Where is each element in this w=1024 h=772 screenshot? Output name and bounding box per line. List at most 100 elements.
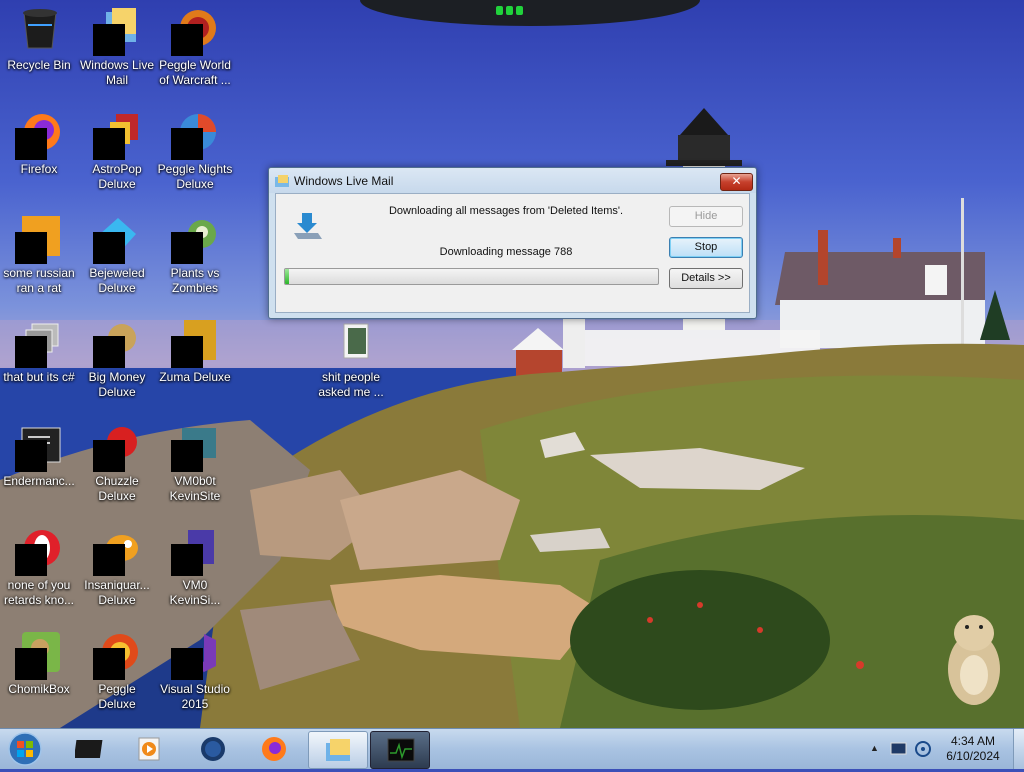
taskbar-clock[interactable]: 4:34 AM 6/10/2024 bbox=[938, 734, 1008, 764]
peggle-wow-icon bbox=[171, 6, 218, 56]
redaction-block bbox=[93, 440, 125, 472]
desktop-icon-chomikbox[interactable]: ChomikBox bbox=[0, 626, 78, 718]
desktop-icon-firefox[interactable]: Firefox bbox=[0, 106, 78, 198]
desktop-icon-label: Endermanc... bbox=[3, 474, 75, 488]
redaction-block bbox=[15, 232, 47, 264]
gadget-indicator-lights bbox=[496, 6, 526, 16]
redaction-block bbox=[15, 440, 47, 472]
peggle-deluxe-icon bbox=[93, 630, 140, 680]
desktop-icon-label: Recycle Bin bbox=[7, 58, 71, 72]
desktop-icon-label: Firefox bbox=[20, 162, 58, 176]
desktop-icon-bejeweled[interactable]: Bejeweled Deluxe bbox=[78, 210, 156, 302]
desktop-icon-label: ChomikBox bbox=[8, 682, 70, 696]
vm-app-icon bbox=[171, 422, 218, 472]
console-app-icon bbox=[15, 422, 62, 472]
windows-live-mail-icon bbox=[93, 6, 140, 56]
desktop-icon-label: Zuma Deluxe bbox=[159, 370, 231, 384]
desktop-icon-label: Peggle World of Warcraft ... bbox=[159, 58, 231, 87]
media-player-icon bbox=[138, 737, 160, 761]
taskbar-app-windows-live-mail[interactable] bbox=[308, 731, 368, 769]
desktop-icon-visual-studio[interactable]: Visual Studio 2015 bbox=[156, 626, 234, 718]
globe-icon bbox=[201, 737, 225, 761]
desktop-icon-vm0b0t[interactable]: VM0b0t KevinSite bbox=[156, 418, 234, 510]
desktop-icon-endermanc[interactable]: Endermanc... bbox=[0, 418, 78, 510]
desktop-icon-peggle-wow[interactable]: Peggle World of Warcraft ... bbox=[156, 2, 234, 94]
desktop-icon-label: shit people asked me ... bbox=[318, 370, 384, 399]
desktop-icon-insaniquarium[interactable]: Insaniquar... Deluxe bbox=[78, 522, 156, 614]
desktop-icon-recycle-bin[interactable]: Recycle Bin bbox=[0, 2, 78, 94]
taskbar-app-globe[interactable] bbox=[184, 731, 242, 767]
desktop-icon-label: Peggle Nights Deluxe bbox=[157, 162, 233, 191]
recycle-bin-icon bbox=[18, 6, 62, 50]
desktop-icon-astropop[interactable]: AstroPop Deluxe bbox=[78, 106, 156, 198]
stop-button[interactable]: Stop bbox=[669, 237, 743, 258]
desktop-icon-plants-vs-zombies[interactable]: Plants vs Zombies bbox=[156, 210, 234, 302]
desktop-icon-label: Plants vs Zombies bbox=[170, 266, 220, 295]
desktop-icon-chuzzle[interactable]: Chuzzle Deluxe bbox=[78, 418, 156, 510]
peggle-nights-icon bbox=[171, 110, 218, 160]
desktop-icon-label: VM0 KevinSi... bbox=[169, 578, 221, 607]
redaction-block bbox=[171, 648, 203, 680]
redaction-block bbox=[171, 128, 203, 160]
speaker-icon[interactable] bbox=[914, 740, 932, 758]
network-icon[interactable] bbox=[890, 741, 908, 757]
taskbar: ▲ 4:34 AM 6/10/2024 bbox=[0, 728, 1024, 769]
desktop-icon-shit-people-asked[interactable]: shit people asked me ... bbox=[312, 314, 390, 406]
desktop-icon-that-but-its-c[interactable]: that but its c# bbox=[0, 314, 78, 406]
windows-live-mail-dialog: Windows Live Mail ✕ Downloading all mess… bbox=[268, 167, 757, 319]
taskbar-app-terminal[interactable] bbox=[60, 731, 118, 767]
dialog-title: Windows Live Mail bbox=[294, 174, 394, 188]
desktop-icon-label: Windows Live Mail bbox=[79, 58, 155, 87]
astropop-icon bbox=[93, 110, 140, 160]
redaction-block bbox=[93, 232, 125, 264]
redaction-block bbox=[171, 336, 203, 368]
desktop-icon-label: Peggle Deluxe bbox=[98, 682, 136, 711]
stacked-windows-icon bbox=[15, 318, 62, 368]
clock-date: 6/10/2024 bbox=[946, 749, 1000, 763]
big-money-icon bbox=[93, 318, 140, 368]
bejeweled-icon bbox=[93, 214, 140, 264]
desktop-icon-vm0-kevinsite[interactable]: VM0 KevinSi... bbox=[156, 522, 234, 614]
activity-monitor-icon bbox=[387, 738, 415, 762]
desktop-icon-peggle-nights[interactable]: Peggle Nights Deluxe bbox=[156, 106, 234, 198]
desktop-icon-label: that but its c# bbox=[3, 370, 75, 384]
desktop-icon-label: Bejeweled Deluxe bbox=[89, 266, 145, 295]
download-message: Downloading all messages from 'Deleted I… bbox=[388, 205, 624, 217]
vm-app-icon bbox=[171, 526, 218, 576]
desktop-icon-none-of-you[interactable]: none of you retards kno... bbox=[0, 522, 78, 614]
firefox-icon bbox=[262, 737, 286, 761]
download-status: Downloading message 788 bbox=[439, 246, 573, 258]
hamster-desktop-pet[interactable] bbox=[940, 605, 1006, 709]
redaction-block bbox=[171, 544, 203, 576]
taskbar-app-monitor[interactable] bbox=[370, 731, 430, 769]
desktop-icon-windows-live-mail[interactable]: Windows Live Mail bbox=[78, 2, 156, 94]
chomikbox-icon bbox=[15, 630, 62, 680]
redaction-block bbox=[15, 544, 47, 576]
zuma-icon bbox=[171, 318, 218, 368]
redaction-block bbox=[171, 24, 203, 56]
show-desktop-button[interactable] bbox=[1013, 729, 1024, 769]
desktop-icon-zuma[interactable]: Zuma Deluxe bbox=[156, 314, 234, 406]
start-button[interactable] bbox=[6, 731, 44, 767]
dialog-titlebar[interactable]: Windows Live Mail ✕ bbox=[269, 168, 756, 193]
desktop-icon-big-money[interactable]: Big Money Deluxe bbox=[78, 314, 156, 406]
desktop-icon-label: Visual Studio 2015 bbox=[160, 682, 230, 711]
taskbar-app-media-player[interactable] bbox=[120, 731, 178, 767]
show-hidden-icons-button[interactable]: ▲ bbox=[870, 743, 879, 753]
download-progress-bar bbox=[284, 268, 659, 285]
hamster-icon bbox=[948, 615, 1000, 705]
desktop-icon-russian-rat[interactable]: e some russian ran a rat bbox=[0, 210, 78, 302]
hide-button[interactable]: Hide bbox=[669, 206, 743, 227]
details-button[interactable]: Details >> bbox=[669, 268, 743, 289]
desktop-icon-peggle-deluxe[interactable]: Peggle Deluxe bbox=[78, 626, 156, 718]
dialog-content: Downloading all messages from 'Deleted I… bbox=[275, 193, 750, 313]
windows-live-mail-icon bbox=[326, 739, 350, 761]
desktop-icon-label: none of you retards kno... bbox=[3, 578, 75, 607]
redaction-block bbox=[93, 128, 125, 160]
close-button[interactable]: ✕ bbox=[720, 173, 753, 191]
redaction-block bbox=[15, 128, 47, 160]
taskbar-app-firefox[interactable] bbox=[245, 731, 303, 767]
redaction-block bbox=[93, 648, 125, 680]
opera-icon bbox=[15, 526, 62, 576]
visual-studio-icon bbox=[171, 630, 218, 680]
